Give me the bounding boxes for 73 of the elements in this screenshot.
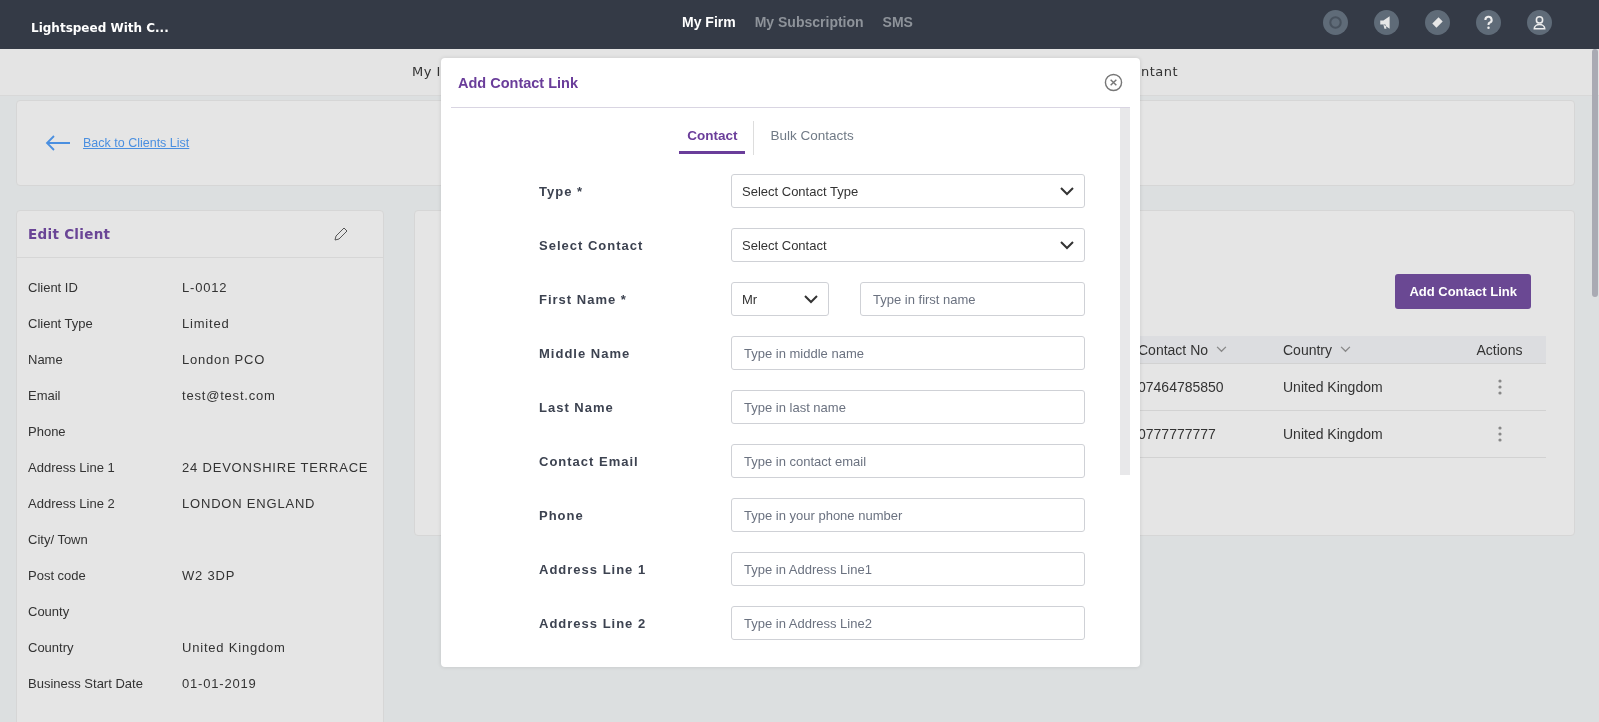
megaphone-icon[interactable] bbox=[1374, 10, 1399, 35]
column-header[interactable]: Actions bbox=[1476, 341, 1523, 358]
user-icon[interactable] bbox=[1527, 10, 1552, 35]
more-options-icon[interactable] bbox=[1497, 426, 1502, 442]
form-label: Last Name bbox=[539, 399, 615, 415]
field-label: Client Type bbox=[28, 316, 94, 333]
sort-caret-icon[interactable] bbox=[1340, 346, 1352, 353]
nav-link[interactable]: My I bbox=[412, 64, 441, 79]
input-field[interactable]: Type in your phone number bbox=[731, 498, 1085, 532]
input-field[interactable]: Type in last name bbox=[731, 390, 1085, 424]
dropdown[interactable]: Select Contact Type bbox=[731, 174, 1085, 208]
form-label: Address Line 2 bbox=[539, 615, 648, 631]
title-dropdown[interactable]: Mr bbox=[731, 282, 829, 316]
add-contact-link-button[interactable]: Add Contact Link bbox=[1395, 274, 1531, 309]
table-cell-text: United Kingdom bbox=[1283, 379, 1384, 395]
field-value: test@test.com bbox=[182, 388, 277, 405]
tab[interactable]: Contact bbox=[679, 122, 746, 154]
scrollbar[interactable] bbox=[1592, 49, 1598, 297]
table-cell-text: United Kingdom bbox=[1283, 426, 1384, 442]
form-label: Select Contact bbox=[539, 237, 645, 253]
field-value: Limited bbox=[182, 316, 231, 333]
tab[interactable]: Bulk Contacts bbox=[762, 122, 862, 154]
nav-link[interactable]: ntant bbox=[1141, 64, 1179, 79]
nav-link[interactable]: SMS bbox=[882, 14, 913, 30]
field-label: Post code bbox=[28, 568, 87, 585]
field-value: 01-01-2019 bbox=[182, 676, 258, 693]
table-cell-text: 07464785850 bbox=[1137, 379, 1225, 395]
nav-link[interactable]: My Subscription bbox=[754, 14, 864, 30]
input-field[interactable]: Type in middle name bbox=[731, 336, 1085, 370]
field-value: London PCO bbox=[182, 352, 267, 369]
form-label: Address Line 1 bbox=[539, 561, 648, 577]
chevron-down-icon[interactable] bbox=[804, 294, 818, 304]
dialog-title: Add Contact Link bbox=[458, 74, 579, 91]
field-label: Country bbox=[28, 640, 75, 657]
column-header[interactable]: Contact No bbox=[1138, 341, 1209, 358]
input-field[interactable]: Type in Address Line2 bbox=[731, 606, 1085, 640]
field-label: County bbox=[28, 604, 71, 621]
table-cell-text: 0777777777 bbox=[1137, 426, 1217, 442]
field-label: Business Start Date bbox=[28, 676, 144, 693]
brand-name: Lightspeed With C... bbox=[31, 20, 170, 35]
nav-link[interactable]: My Firm bbox=[682, 14, 736, 30]
field-label: Address Line 2 bbox=[28, 496, 116, 513]
pencil-icon[interactable] bbox=[333, 226, 349, 242]
form-label: Phone bbox=[539, 507, 585, 523]
form-label: Middle Name bbox=[539, 345, 632, 361]
field-label: City/ Town bbox=[28, 532, 89, 549]
input-field[interactable]: Type in first name bbox=[860, 282, 1085, 316]
field-value: L-0012 bbox=[182, 280, 229, 297]
help-icon[interactable] bbox=[1476, 10, 1501, 35]
chevron-down-icon[interactable] bbox=[1060, 186, 1074, 196]
form-label: Contact Email bbox=[539, 453, 640, 469]
sort-caret-icon[interactable] bbox=[1216, 346, 1228, 353]
close-icon[interactable] bbox=[1104, 73, 1123, 92]
field-label: Phone bbox=[28, 424, 67, 441]
field-label: Name bbox=[28, 352, 64, 369]
form-label: Type * bbox=[539, 183, 585, 199]
input-field[interactable]: Type in contact email bbox=[731, 444, 1085, 478]
dropdown[interactable]: Select Contact bbox=[731, 228, 1085, 262]
field-value: 24 DEVONSHIRE TERRACE bbox=[182, 460, 370, 477]
back-arrow-icon[interactable] bbox=[45, 135, 71, 151]
field-label: Client ID bbox=[28, 280, 79, 297]
field-value: United Kingdom bbox=[182, 640, 287, 657]
field-label: Address Line 1 bbox=[28, 460, 116, 477]
chevron-down-icon[interactable] bbox=[1060, 240, 1074, 250]
field-label: Email bbox=[28, 388, 62, 405]
field-value: LONDON ENGLAND bbox=[182, 496, 317, 513]
scrollbar[interactable] bbox=[1120, 108, 1130, 475]
card-title: Edit Client bbox=[28, 226, 111, 242]
field-value: W2 3DP bbox=[182, 568, 237, 585]
column-header[interactable]: Country bbox=[1283, 341, 1333, 358]
form-label: First Name * bbox=[539, 291, 628, 307]
input-field[interactable]: Type in Address Line1 bbox=[731, 552, 1085, 586]
more-options-icon[interactable] bbox=[1497, 379, 1502, 395]
